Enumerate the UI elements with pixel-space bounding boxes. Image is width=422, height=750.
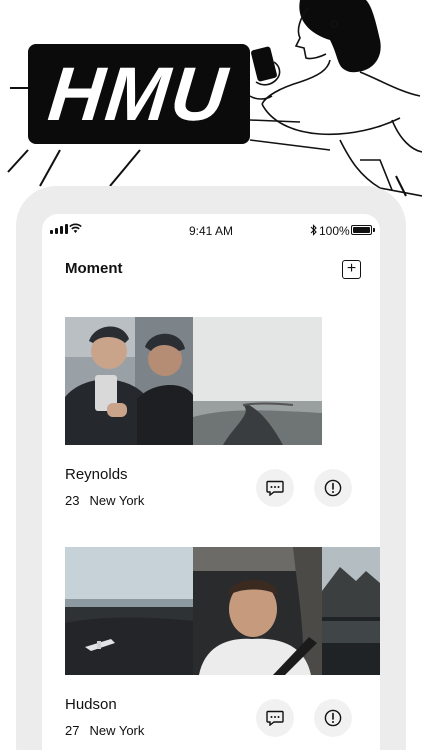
profile-location: New York [89, 723, 145, 738]
message-button[interactable] [256, 469, 294, 507]
chat-bubble-icon [266, 710, 284, 726]
hmu-logo-text: HMU [44, 51, 233, 137]
battery-percent: 100% [319, 224, 350, 238]
add-moment-button[interactable]: + [342, 260, 361, 279]
hmu-logo-badge: HMU [28, 44, 250, 144]
plus-icon: + [346, 260, 357, 277]
chat-bubble-icon [266, 480, 284, 496]
profile-meta: 23 New York [65, 493, 144, 508]
profile-name[interactable]: Reynolds [65, 466, 128, 483]
report-button[interactable] [314, 699, 352, 737]
report-button[interactable] [314, 469, 352, 507]
photo-mountain-lake[interactable] [322, 547, 380, 675]
card-photo-strip[interactable] [65, 547, 380, 675]
status-bar: 9:41 AM 100% [42, 214, 380, 248]
profile-meta: 27 New York [65, 723, 144, 738]
hero-illustration: HMU [0, 0, 422, 200]
photo-plane-wreck[interactable] [65, 547, 193, 675]
card-photo-strip[interactable] [65, 317, 322, 445]
profile-location: New York [89, 493, 145, 508]
profile-name[interactable]: Hudson [65, 696, 117, 713]
profile-age: 27 [65, 723, 80, 738]
photo-two-men-selfie[interactable] [65, 317, 193, 445]
profile-age: 23 [65, 493, 80, 508]
phone-screen: 9:41 AM 100% Moment + Reynolds 23 New Yo… [42, 214, 380, 750]
message-button[interactable] [256, 699, 294, 737]
alert-circle-icon [324, 479, 342, 497]
photo-man-car-selfie[interactable] [193, 547, 322, 675]
battery-icon [351, 225, 375, 235]
photo-foggy-road[interactable] [193, 317, 322, 445]
app-store-screenshot: HMU 9:41 AM 100% Moment + Reynolds 23 Ne… [0, 0, 422, 750]
bluetooth-icon [310, 224, 317, 236]
alert-circle-icon [324, 709, 342, 727]
page-title: Moment [65, 260, 123, 277]
